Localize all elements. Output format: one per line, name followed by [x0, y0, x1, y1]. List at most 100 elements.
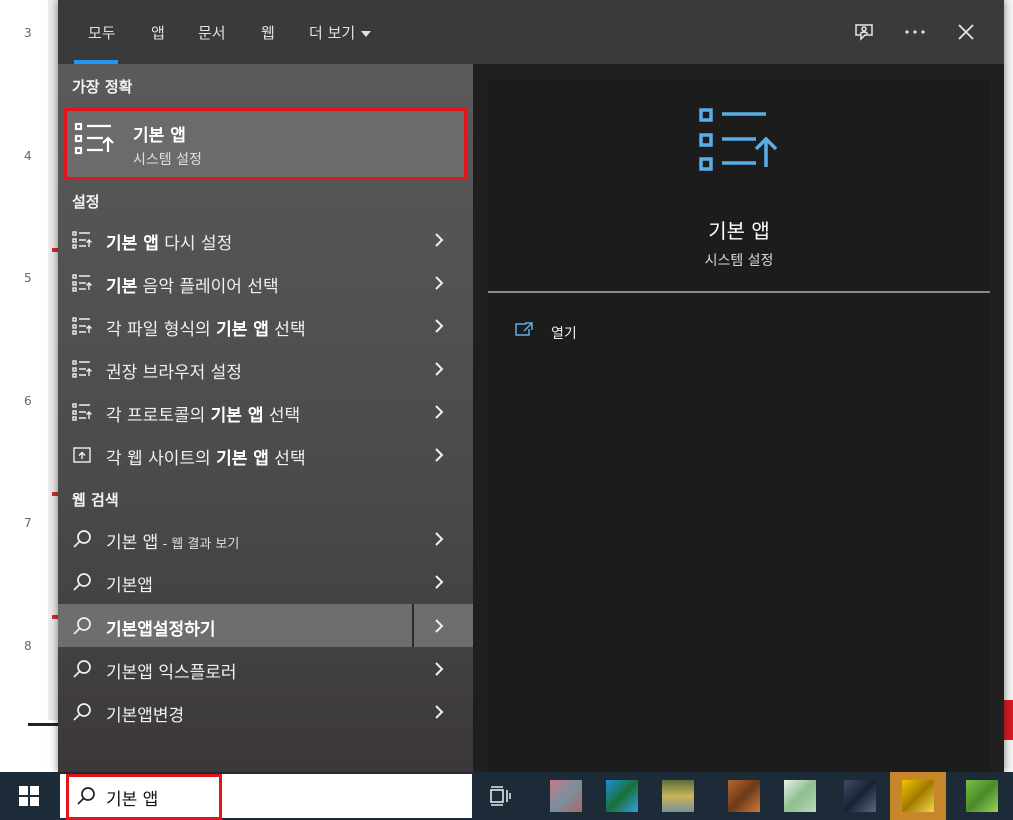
- web-search-item[interactable]: 기본앱 익스플로러: [58, 647, 473, 690]
- app-icon-6: [844, 780, 876, 812]
- line-number: 3: [24, 26, 32, 40]
- web-apps-icon: [73, 447, 91, 463]
- section-web-search: 웹 검색: [72, 491, 119, 509]
- settings-item[interactable]: 각 파일 형식의 기본 앱 선택: [58, 304, 473, 347]
- best-match-subtitle: 시스템 설정: [133, 152, 202, 168]
- preview-subtitle: 시스템 설정: [704, 253, 774, 269]
- tab-more-label: 더 보기: [309, 24, 356, 42]
- chevron-right-icon[interactable]: [432, 275, 446, 291]
- line-number: 4: [24, 149, 32, 163]
- default-apps-icon: [73, 121, 115, 161]
- app-icon-7: [902, 780, 934, 812]
- open-icon: [515, 322, 533, 336]
- chevron-right-icon[interactable]: [432, 232, 446, 248]
- line-number: 6: [24, 394, 32, 408]
- search-icon: [73, 573, 91, 591]
- web-search-item-label: 기본앱 익스플로러: [106, 663, 237, 683]
- line-number: 7: [24, 516, 32, 530]
- app-icon-4: [728, 780, 760, 812]
- preview-pane: 기본 앱 시스템 설정 열기: [473, 64, 1004, 772]
- settings-item[interactable]: 각 프로토콜의 기본 앱 선택: [58, 390, 473, 433]
- open-button[interactable]: 열기: [514, 319, 634, 343]
- background-scroll-strip: [1004, 0, 1013, 772]
- open-label: 열기: [551, 326, 577, 342]
- chevron-right-icon[interactable]: [432, 704, 446, 720]
- start-button[interactable]: [0, 772, 58, 820]
- default-apps-icon: [72, 231, 92, 249]
- background-badge: [1004, 700, 1013, 740]
- line-number: 8: [24, 639, 32, 653]
- settings-item[interactable]: 기본 앱 다시 설정: [58, 218, 473, 261]
- chevron-down-icon: [361, 30, 372, 37]
- web-search-item[interactable]: 기본 앱 - 웹 결과 보기: [58, 517, 473, 560]
- taskbar-app[interactable]: [650, 772, 706, 820]
- line-number: 5: [24, 271, 32, 285]
- web-search-item-label: 기본앱변경: [106, 706, 185, 726]
- tab-web[interactable]: 웹: [261, 22, 275, 43]
- tab-all[interactable]: 모두: [88, 22, 116, 43]
- results-list: 가장 정확 기본 앱 시스템 설정 설정 기본 앱 다시 설정 기본 음악 플레…: [58, 64, 473, 772]
- search-flyout: 모두 앱 문서 웹 더 보기 가장 정확 기본 앱 시스템 설정 설정 기본 앱…: [58, 0, 1004, 772]
- more-options-icon[interactable]: [901, 18, 929, 46]
- chevron-right-icon[interactable]: [432, 574, 446, 590]
- chevron-right-icon[interactable]: [432, 361, 446, 377]
- search-icon: [73, 617, 91, 635]
- settings-item-label: 기본 음악 플레이어 선택: [106, 277, 279, 297]
- tab-apps[interactable]: 앱: [151, 22, 165, 43]
- app-icon-2: [606, 780, 638, 812]
- taskbar-app[interactable]: [538, 772, 594, 820]
- web-search-item-label: 기본앱설정하기: [106, 620, 216, 640]
- taskbar-app[interactable]: [772, 772, 828, 820]
- feedback-icon[interactable]: [850, 18, 878, 46]
- app-icon-3: [662, 780, 694, 812]
- chevron-right-icon[interactable]: [432, 618, 446, 634]
- web-search-item[interactable]: 기본앱변경: [58, 690, 473, 733]
- best-match-title: 기본 앱: [133, 126, 186, 146]
- tab-more[interactable]: 더 보기: [309, 22, 372, 43]
- taskbar-app[interactable]: [954, 772, 1010, 820]
- settings-item-label: 각 프로토콜의 기본 앱 선택: [106, 406, 301, 426]
- search-highlight-box: [66, 774, 222, 820]
- preview-card: 기본 앱 시스템 설정 열기: [488, 79, 990, 772]
- settings-item[interactable]: 각 웹 사이트의 기본 앱 선택: [58, 433, 473, 476]
- section-settings: 설정: [72, 193, 100, 211]
- web-search-item-label: 기본 앱 - 웹 결과 보기: [106, 533, 240, 553]
- settings-item[interactable]: 기본 음악 플레이어 선택: [58, 261, 473, 304]
- default-apps-icon: [72, 274, 92, 292]
- chevron-right-icon[interactable]: [432, 531, 446, 547]
- taskbar-app[interactable]: [832, 772, 888, 820]
- tab-documents[interactable]: 문서: [198, 22, 226, 43]
- taskbar-search-box[interactable]: 기본 앱: [60, 774, 472, 820]
- default-apps-icon: [698, 107, 780, 177]
- task-view-icon[interactable]: [488, 784, 512, 808]
- document-rule: [28, 723, 58, 726]
- settings-item-label: 각 웹 사이트의 기본 앱 선택: [106, 449, 306, 469]
- default-apps-icon: [72, 360, 92, 378]
- chevron-right-icon[interactable]: [432, 661, 446, 677]
- settings-item-label: 기본 앱 다시 설정: [106, 234, 233, 254]
- close-icon[interactable]: [952, 18, 980, 46]
- taskbar: 기본 앱: [0, 772, 1013, 820]
- row-divider: [412, 604, 414, 647]
- taskbar-app[interactable]: [716, 772, 772, 820]
- web-search-item[interactable]: 기본앱설정하기: [58, 604, 473, 647]
- chevron-right-icon[interactable]: [432, 404, 446, 420]
- settings-item-label: 권장 브라우저 설정: [106, 363, 242, 383]
- default-apps-icon: [72, 403, 92, 421]
- taskbar-app-active[interactable]: [890, 772, 946, 820]
- web-search-item[interactable]: 기본앱: [58, 560, 473, 603]
- settings-item[interactable]: 권장 브라우저 설정: [58, 347, 473, 390]
- app-icon-5: [784, 780, 816, 812]
- preview-title: 기본 앱: [708, 219, 770, 243]
- search-icon: [73, 530, 91, 548]
- chevron-right-icon[interactable]: [432, 318, 446, 334]
- chevron-right-icon[interactable]: [432, 447, 446, 463]
- section-best-match: 가장 정확: [72, 78, 133, 96]
- settings-item-label: 각 파일 형식의 기본 앱 선택: [106, 320, 306, 340]
- taskbar-app[interactable]: [594, 772, 650, 820]
- preview-divider: [488, 291, 990, 293]
- default-apps-icon: [72, 317, 92, 335]
- search-tabs-bar: 모두 앱 문서 웹 더 보기: [58, 0, 1004, 64]
- web-search-item-label: 기본앱: [106, 576, 153, 596]
- best-match-item[interactable]: 기본 앱 시스템 설정: [64, 108, 467, 180]
